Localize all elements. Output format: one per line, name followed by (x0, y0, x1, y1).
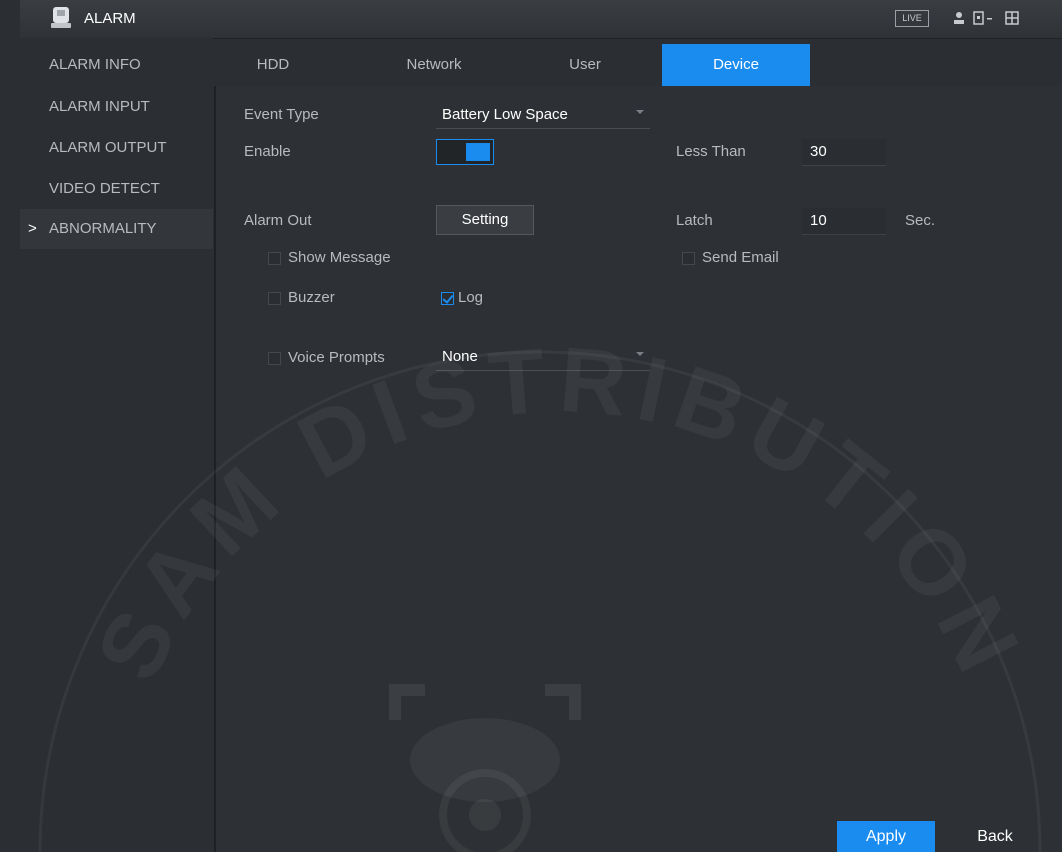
tab-hdd[interactable]: HDD (238, 44, 308, 86)
event-type-value: Battery Low Space (442, 106, 568, 123)
device-menu-icon[interactable] (973, 10, 995, 26)
log-label: Log (458, 289, 484, 306)
back-button[interactable]: Back (955, 821, 1035, 852)
less-than-value: 30 (810, 143, 827, 160)
sidebar-item-label: ALARM INFO (49, 56, 141, 73)
sidebar: ALARM INFO ALARM INPUT ALARM OUTPUT VIDE… (20, 38, 213, 852)
page-title: ALARM (84, 10, 136, 27)
setting-button[interactable]: Setting (436, 205, 534, 235)
live-button[interactable]: LIVE (895, 10, 929, 27)
buzzer-label: Buzzer (288, 289, 335, 306)
voice-prompts-value: None (442, 348, 478, 365)
less-than-label: Less Than (676, 143, 746, 160)
enable-label: Enable (244, 143, 291, 160)
send-email-checkbox[interactable] (682, 252, 695, 265)
send-email-label: Send Email (702, 249, 779, 266)
sidebar-item-abnormality[interactable]: > ABNORMALITY (20, 209, 213, 249)
app-window: ALARM LIVE ALARM INFO ALARM INPUT ALARM … (0, 0, 1062, 852)
sidebar-item-label: ALARM OUTPUT (49, 139, 167, 156)
chevron-right-icon: > (28, 220, 37, 237)
tab-network[interactable]: Network (384, 44, 484, 86)
log-checkbox[interactable] (441, 292, 454, 305)
main-panel: Event Type Battery Low Space Enable Less… (216, 86, 1062, 852)
alarm-icon (51, 7, 71, 28)
sidebar-item-alarm-info[interactable]: ALARM INFO (20, 45, 213, 85)
less-than-input[interactable]: 30 (802, 139, 886, 166)
latch-input[interactable]: 10 (802, 208, 886, 235)
voice-prompts-select[interactable]: None (436, 344, 650, 371)
chevron-down-icon (636, 352, 644, 356)
show-message-checkbox[interactable] (268, 252, 281, 265)
sidebar-item-alarm-output[interactable]: ALARM OUTPUT (20, 128, 213, 168)
apply-button[interactable]: Apply (837, 821, 935, 852)
sidebar-item-label: ABNORMALITY (49, 220, 157, 237)
title-bar: ALARM LIVE (20, 0, 1062, 39)
sidebar-item-alarm-input[interactable]: ALARM INPUT (20, 87, 213, 127)
voice-prompts-label: Voice Prompts (288, 349, 385, 366)
event-type-select[interactable]: Battery Low Space (436, 102, 650, 129)
voice-prompts-checkbox[interactable] (268, 352, 281, 365)
chevron-down-icon (636, 110, 644, 114)
sidebar-item-video-detect[interactable]: VIDEO DETECT (20, 169, 213, 209)
alarm-out-label: Alarm Out (244, 212, 312, 229)
grid-icon[interactable] (1005, 10, 1019, 26)
latch-unit: Sec. (905, 212, 936, 229)
toggle-knob (466, 143, 490, 161)
tab-device[interactable]: Device (662, 44, 810, 86)
enable-toggle[interactable] (436, 139, 494, 165)
event-type-label: Event Type (244, 106, 319, 123)
tab-user[interactable]: User (545, 44, 625, 86)
latch-label: Latch (676, 212, 713, 229)
show-message-label: Show Message (288, 249, 391, 266)
user-icon[interactable] (952, 10, 966, 26)
latch-value: 10 (810, 212, 827, 229)
sidebar-item-label: VIDEO DETECT (49, 180, 160, 197)
buzzer-checkbox[interactable] (268, 292, 281, 305)
sidebar-item-label: ALARM INPUT (49, 98, 150, 115)
